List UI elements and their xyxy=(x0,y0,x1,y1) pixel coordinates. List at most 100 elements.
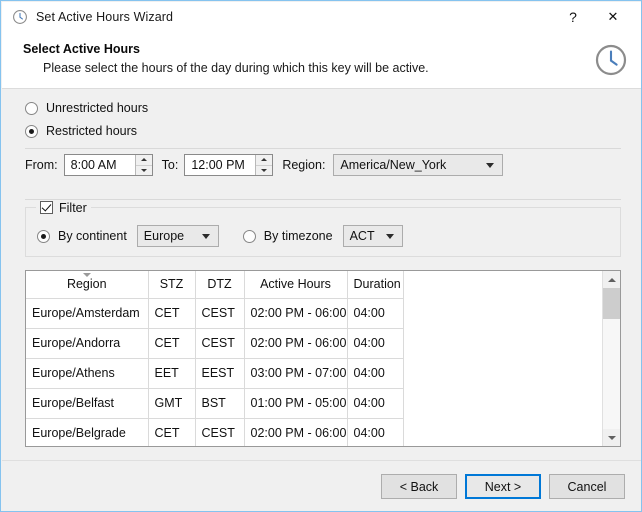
scrollbar-track[interactable] xyxy=(603,288,620,429)
chevron-down-icon xyxy=(261,168,268,172)
chevron-down-icon xyxy=(486,162,495,168)
chevron-down-icon xyxy=(607,435,616,440)
from-spin-down-button[interactable] xyxy=(135,165,152,175)
cell-stz: CET xyxy=(148,328,196,359)
radio-indicator-unrestricted[interactable] xyxy=(25,101,38,115)
cell-stz: GMT xyxy=(148,388,196,419)
wizard-dialog: Set Active Hours Wizard ? ✕ Select Activ… xyxy=(0,0,642,512)
region-label: Region: xyxy=(282,158,326,172)
from-time-spinner[interactable]: 8:00 AM xyxy=(63,154,153,176)
table-vertical-scrollbar[interactable] xyxy=(602,271,620,446)
cell-dtz: CEST xyxy=(195,418,245,446)
radio-label-restricted: Restricted hours xyxy=(46,124,138,138)
cell-active-hours: 01:00 PM - 05:00 PM xyxy=(244,388,348,419)
radio-by-continent[interactable]: By continent xyxy=(37,229,137,243)
chevron-down-icon xyxy=(201,233,210,239)
cell-region: Europe/Athens xyxy=(26,358,149,389)
column-header-duration[interactable]: Duration xyxy=(347,271,404,299)
column-header-active-hours[interactable]: Active Hours xyxy=(244,271,348,299)
scroll-down-button[interactable] xyxy=(603,429,620,446)
region-dropdown-value: America/New_York xyxy=(340,158,447,172)
column-header-region[interactable]: Region xyxy=(26,271,149,299)
table-header-row: Region STZ DTZ Active Hours Duration xyxy=(26,271,404,299)
cell-duration: 04:00 xyxy=(347,358,404,389)
from-spin-buttons[interactable] xyxy=(134,155,152,175)
cell-duration: 04:00 xyxy=(347,298,404,329)
radio-restricted-hours[interactable]: Restricted hours xyxy=(25,124,137,138)
time-range-row: From: 8:00 AM To: 12:00 PM Region: Ameri… xyxy=(25,154,504,176)
cell-active-hours: 02:00 PM - 06:00 PM xyxy=(244,298,348,329)
page-title: Select Active Hours xyxy=(23,42,140,56)
table-row[interactable]: Europe/Andorra CET CEST 02:00 PM - 06:00… xyxy=(26,328,404,359)
chevron-up-icon xyxy=(261,158,268,162)
radio-indicator-by-continent[interactable] xyxy=(37,229,50,243)
table-row[interactable]: Europe/Amsterdam CET CEST 02:00 PM - 06:… xyxy=(26,298,404,329)
to-time-value[interactable]: 12:00 PM xyxy=(185,155,256,175)
footer-button-group: < Back Next > Cancel xyxy=(381,474,625,499)
cell-region: Europe/Amsterdam xyxy=(26,298,149,329)
cell-active-hours: 03:00 PM - 07:00 PM xyxy=(244,358,348,389)
checkbox-indicator-filter[interactable] xyxy=(40,201,53,214)
filter-enable-checkbox[interactable]: Filter xyxy=(36,200,91,215)
chevron-up-icon xyxy=(140,158,147,162)
cell-region: Europe/Belfast xyxy=(26,388,149,419)
radio-by-timezone[interactable]: By timezone xyxy=(242,229,343,243)
continent-dropdown[interactable]: Europe xyxy=(136,225,219,247)
to-label: To: xyxy=(161,158,179,172)
radio-label-unrestricted: Unrestricted hours xyxy=(46,101,149,115)
from-label: From: xyxy=(25,158,58,172)
table-row[interactable]: Europe/Athens EET EEST 03:00 PM - 07:00 … xyxy=(26,358,404,389)
cell-duration: 04:00 xyxy=(347,388,404,419)
close-button[interactable]: ✕ xyxy=(593,3,633,32)
next-button[interactable]: Next > xyxy=(465,474,541,499)
region-dropdown[interactable]: America/New_York xyxy=(333,154,504,176)
table-body: Europe/Amsterdam CET CEST 02:00 PM - 06:… xyxy=(26,298,404,446)
dialog-body: Unrestricted hours Restricted hours From… xyxy=(2,90,641,460)
filter-label: Filter xyxy=(59,200,87,215)
filter-controls: By continent Europe By timezone ACT xyxy=(37,225,403,247)
cancel-button[interactable]: Cancel xyxy=(549,474,625,499)
clock-icon xyxy=(594,43,628,77)
scrollbar-thumb[interactable] xyxy=(603,288,620,319)
timezone-dropdown-value: ACT xyxy=(349,229,375,243)
window-title: Set Active Hours Wizard xyxy=(36,10,174,24)
cell-stz: CET xyxy=(148,418,196,446)
cell-duration: 04:00 xyxy=(347,328,404,359)
to-time-spinner[interactable]: 12:00 PM xyxy=(184,154,274,176)
separator-top xyxy=(25,148,621,149)
timezone-dropdown[interactable]: ACT xyxy=(342,225,403,247)
to-spin-buttons[interactable] xyxy=(255,155,273,175)
clock-icon xyxy=(12,9,28,25)
timezone-table[interactable]: Region STZ DTZ Active Hours Duration Eur… xyxy=(25,270,621,447)
continent-dropdown-value: Europe xyxy=(143,229,185,243)
radio-indicator-restricted[interactable] xyxy=(25,124,38,138)
cell-active-hours: 02:00 PM - 06:00 PM xyxy=(244,328,348,359)
to-spin-up-button[interactable] xyxy=(256,155,273,166)
cell-dtz: EEST xyxy=(195,358,245,389)
table-row[interactable]: Europe/Belgrade CET CEST 02:00 PM - 06:0… xyxy=(26,418,404,446)
scroll-up-button[interactable] xyxy=(603,271,620,288)
radio-label-by-timezone: By timezone xyxy=(263,229,333,243)
cell-dtz: BST xyxy=(195,388,245,419)
radio-label-by-continent: By continent xyxy=(58,229,127,243)
dialog-footer: < Back Next > Cancel xyxy=(2,460,641,511)
page-subtitle: Please select the hours of the day durin… xyxy=(43,61,429,75)
back-button[interactable]: < Back xyxy=(381,474,457,499)
column-header-dtz[interactable]: DTZ xyxy=(195,271,245,299)
column-header-stz[interactable]: STZ xyxy=(148,271,196,299)
table-row[interactable]: Europe/Belfast GMT BST 01:00 PM - 05:00 … xyxy=(26,388,404,419)
cell-duration: 04:00 xyxy=(347,418,404,446)
from-spin-up-button[interactable] xyxy=(135,155,152,166)
chevron-down-icon xyxy=(385,233,394,239)
from-time-value[interactable]: 8:00 AM xyxy=(64,155,135,175)
chevron-down-icon xyxy=(140,168,147,172)
to-spin-down-button[interactable] xyxy=(256,165,273,175)
radio-indicator-by-timezone[interactable] xyxy=(242,229,256,243)
cell-active-hours: 02:00 PM - 06:00 PM xyxy=(244,418,348,446)
help-button[interactable]: ? xyxy=(553,3,593,32)
filter-groupbox: Filter By continent Europe By timezone A… xyxy=(25,200,621,257)
cell-region: Europe/Andorra xyxy=(26,328,149,359)
radio-unrestricted-hours[interactable]: Unrestricted hours xyxy=(25,101,148,115)
cell-region: Europe/Belgrade xyxy=(26,418,149,446)
title-bar: Set Active Hours Wizard ? ✕ xyxy=(2,2,641,32)
